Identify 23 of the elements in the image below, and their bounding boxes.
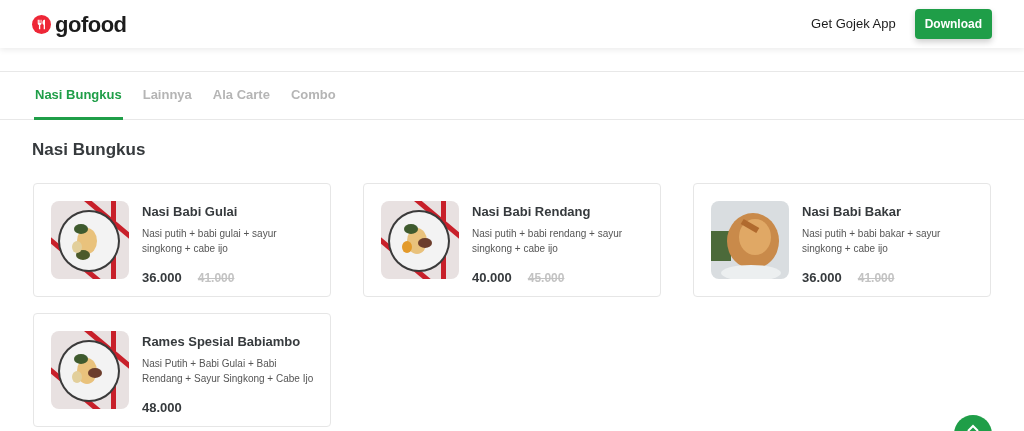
- item-name: Nasi Babi Bakar: [802, 202, 902, 221]
- menu-item-card[interactable]: Nasi Babi Gulai Nasi putih + babi gulai + sayur singkong + cabe ijo 36.000 41.000: [33, 182, 331, 297]
- item-name: Nasi Babi Rendang: [472, 202, 592, 221]
- original-price: 41.000: [857, 269, 895, 287]
- item-price: 48.000: [142, 399, 182, 417]
- original-price: 41.000: [197, 269, 235, 287]
- logo-text: gofood: [55, 10, 127, 39]
- item-description: Nasi Putih + Babi Gulai + Babi Rendang + Sayur Singkong + Cabe Ijo: [142, 357, 315, 386]
- item-description: Nasi putih + babi rendang + sayur singkong + cabe ijo: [472, 227, 624, 256]
- item-name: Nasi Babi Gulai: [142, 202, 239, 221]
- item-name: Rames Spesial Babiambo: [142, 332, 302, 351]
- item-price: 36.000: [802, 269, 842, 287]
- item-description: Nasi putih + babi bakar + sayur singkong + cabe ijo: [802, 227, 942, 256]
- section-title: Nasi Bungkus: [32, 139, 147, 161]
- item-price: 36.000: [142, 269, 182, 287]
- restaurant-logo-icon: [32, 14, 51, 34]
- original-price: 45.000: [527, 269, 565, 287]
- item-description: Nasi putih + babi gulai + sayur singkong + cabe ijo: [142, 227, 278, 256]
- menu-item-card[interactable]: Nasi Babi Bakar Nasi putih + babi bakar + sayur singkong + cabe ijo 36.000 41.000: [693, 182, 991, 297]
- menu-item-card[interactable]: Nasi Babi Rendang Nasi putih + babi rendang + sayur singkong + cabe ijo 40.000 45.000: [363, 182, 661, 297]
- menu-item-card[interactable]: Rames Spesial Babiambo Nasi Putih + Babi Gulai + Babi Rendang + Sayur Singkong + Cabe Ijo 48.000: [33, 312, 331, 427]
- app-link[interactable]: Get Gojek App: [811, 14, 896, 34]
- item-price: 40.000: [472, 269, 512, 287]
